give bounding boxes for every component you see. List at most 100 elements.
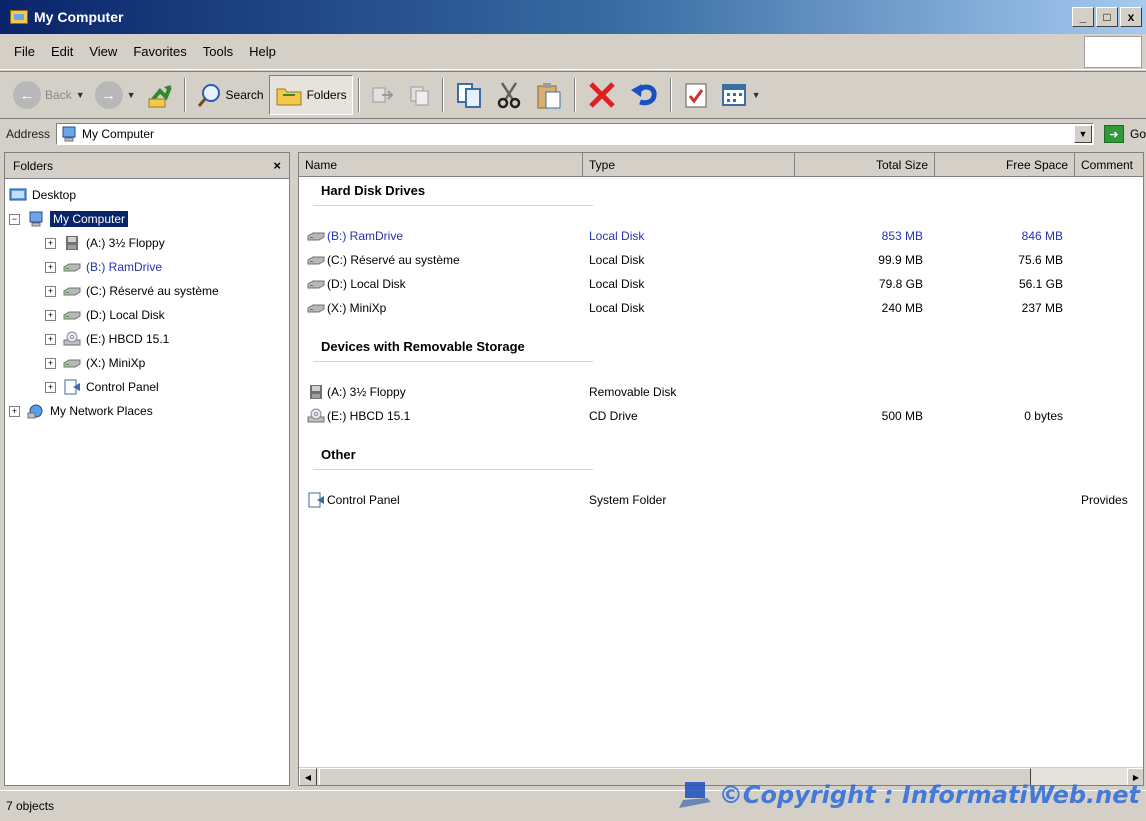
close-pane-icon[interactable]: × (273, 158, 281, 173)
watermark: ©Copyright : InformatiWeb.net (677, 780, 1140, 810)
delete-icon (588, 82, 615, 108)
scroll-left-icon[interactable]: ◀ (299, 768, 317, 785)
move-to-button[interactable] (365, 75, 401, 115)
cd-icon (63, 331, 81, 347)
group-divider (313, 469, 593, 470)
expand-icon[interactable]: + (45, 357, 56, 369)
maximize-button[interactable]: □ (1096, 7, 1118, 27)
go-button[interactable]: ➜ Go (1103, 125, 1146, 143)
properties-button[interactable] (677, 75, 715, 115)
folders-pane-header: Folders × (5, 153, 289, 179)
list-item-c-r-serv-au-syst-me[interactable]: (C:) Réservé au système Local Disk 99.9 MB… (299, 249, 1143, 271)
list-item-x-minixp[interactable]: (X:) MiniXp Local Disk 240 MB 237 MB (299, 297, 1143, 319)
tree-item-label: Control Panel (86, 380, 159, 394)
window-controls: _ □ x (1072, 7, 1142, 27)
expand-icon[interactable]: + (45, 237, 56, 249)
item-name: (X:) MiniXp (307, 297, 386, 319)
expand-icon[interactable]: + (45, 333, 56, 345)
address-dropdown-icon[interactable]: ▼ (1073, 125, 1092, 143)
item-total-size: 79.8 GB (878, 277, 923, 291)
tree-item-a-3-floppy[interactable]: + (A:) 3½ Floppy (5, 231, 289, 255)
menu-file[interactable]: File (6, 44, 43, 59)
paste-button[interactable] (529, 75, 569, 115)
tree-item-x-minixp[interactable]: + (X:) MiniXp (5, 351, 289, 375)
list-item-control-panel[interactable]: Control Panel System Folder Provides (299, 489, 1143, 511)
search-button[interactable]: Search (191, 75, 269, 115)
back-label: Back (45, 88, 72, 102)
undo-icon (630, 84, 657, 106)
tree-item-b-ramdrive[interactable]: + (B:) RamDrive (5, 255, 289, 279)
go-arrow-icon: ➜ (1103, 125, 1124, 143)
computer-icon (27, 211, 45, 227)
tree-item-d-local-disk[interactable]: + (D:) Local Disk (5, 303, 289, 327)
expand-icon[interactable]: + (9, 405, 20, 417)
expand-icon[interactable]: + (45, 285, 56, 297)
address-input[interactable]: My Computer ▼ (56, 123, 1094, 145)
tree-item-control-panel[interactable]: + Control Panel (5, 375, 289, 399)
drive-icon (307, 252, 325, 268)
tree-item-label: (D:) Local Disk (86, 308, 165, 322)
expand-icon[interactable]: + (45, 309, 56, 321)
delete-button[interactable] (581, 75, 623, 115)
column-header-total-size[interactable]: Total Size (795, 153, 935, 177)
address-bar: Address My Computer ▼ ➜ Go (0, 120, 1146, 148)
item-name: (C:) Réservé au système (307, 249, 460, 271)
floppy-icon (63, 235, 81, 251)
column-header-comment[interactable]: Comment (1075, 153, 1143, 177)
views-icon (721, 84, 746, 106)
list-item-a-3-floppy[interactable]: (A:) 3½ Floppy Removable Disk (299, 381, 1143, 403)
cut-button[interactable] (489, 75, 529, 115)
undo-button[interactable] (623, 75, 665, 115)
folders-pane: Folders × Desktop − My Computer + (A:) 3½ Fl… (4, 152, 290, 786)
copy-to-button[interactable] (401, 75, 437, 115)
tree-item-my-computer[interactable]: − My Computer (5, 207, 289, 231)
menu-favorites[interactable]: Favorites (125, 44, 194, 59)
item-total-size: 853 MB (881, 229, 923, 243)
views-dropdown-icon[interactable]: ▼ (752, 90, 761, 100)
cut-icon (497, 82, 520, 109)
column-header-type[interactable]: Type (583, 153, 795, 177)
properties-icon (685, 83, 707, 108)
forward-dropdown-icon[interactable]: ▼ (127, 90, 136, 100)
control-panel-icon (307, 492, 325, 508)
back-button[interactable]: ← Back ▼ (8, 75, 90, 115)
list-item-e-hbcd-15-1[interactable]: (E:) HBCD 15.1 CD Drive 500 MB 0 bytes (299, 405, 1143, 427)
item-type: Local Disk (589, 301, 645, 315)
item-name: (D:) Local Disk (307, 273, 406, 295)
copy-button[interactable] (449, 75, 489, 115)
expand-icon[interactable]: + (45, 261, 56, 273)
forward-button[interactable]: → ▼ (90, 75, 141, 115)
item-name: (B:) RamDrive (307, 225, 403, 247)
expand-icon[interactable]: + (45, 381, 56, 393)
up-folder-button[interactable] (141, 75, 179, 115)
folders-button[interactable]: Folders (268, 75, 353, 115)
item-type: System Folder (589, 493, 667, 507)
menu-view[interactable]: View (81, 44, 125, 59)
toolbar-separator (573, 78, 576, 112)
column-header-name[interactable]: Name (299, 153, 583, 177)
tree-item-desktop[interactable]: Desktop (5, 183, 289, 207)
item-free-space: 0 bytes (1024, 409, 1063, 423)
item-name-label: (E:) HBCD 15.1 (327, 409, 411, 423)
menu-edit[interactable]: Edit (43, 44, 81, 59)
address-label: Address (6, 127, 51, 141)
tree-item-e-hbcd-15-1[interactable]: + (E:) HBCD 15.1 (5, 327, 289, 351)
tree-item-label: (C:) Réservé au système (86, 284, 219, 298)
close-button[interactable]: x (1120, 7, 1142, 27)
tree-item-my-network-places[interactable]: + My Network Places (5, 399, 289, 423)
collapse-icon[interactable]: − (9, 213, 20, 225)
column-header-free-space[interactable]: Free Space (935, 153, 1075, 177)
item-total-size: 99.9 MB (878, 253, 923, 267)
list-item-b-ramdrive[interactable]: (B:) RamDrive Local Disk 853 MB 846 MB (299, 225, 1143, 247)
list-item-d-local-disk[interactable]: (D:) Local Disk Local Disk 79.8 GB 56.1 GB (299, 273, 1143, 295)
back-dropdown-icon[interactable]: ▼ (76, 90, 85, 100)
minimize-button[interactable]: _ (1072, 7, 1094, 27)
menu-tools[interactable]: Tools (195, 44, 241, 59)
views-button[interactable]: ▼ (715, 75, 766, 115)
item-total-size: 240 MB (881, 301, 923, 315)
tree-item-c-r-serv-au-syst-me[interactable]: + (C:) Réservé au système (5, 279, 289, 303)
move-to-icon (372, 87, 393, 103)
menu-help[interactable]: Help (241, 44, 284, 59)
back-arrow-icon: ← (13, 81, 41, 109)
item-type: Local Disk (589, 229, 645, 243)
